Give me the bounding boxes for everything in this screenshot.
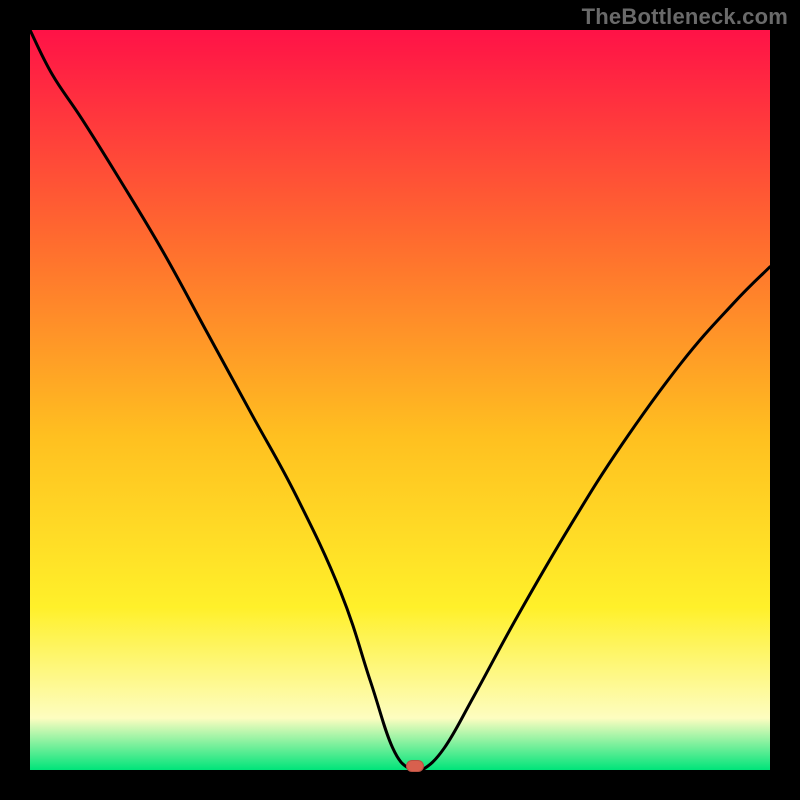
gradient-background [30, 30, 770, 770]
bottleneck-plot [30, 30, 770, 770]
attribution-label: TheBottleneck.com [582, 4, 788, 30]
current-config-marker [406, 760, 424, 772]
chart-frame: TheBottleneck.com [0, 0, 800, 800]
